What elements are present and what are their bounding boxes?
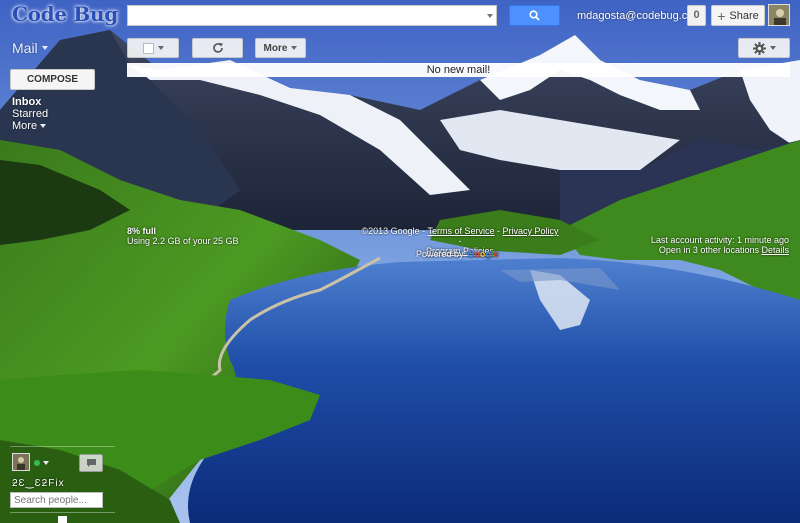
notification-count-button[interactable]: 0	[687, 5, 706, 26]
search-icon	[529, 10, 540, 21]
powered-by: Powered by Google	[416, 249, 499, 259]
last-activity-text: Last account activity: 1 minute ago	[650, 235, 789, 245]
sidebar-item-more[interactable]: More	[12, 120, 48, 132]
chevron-down-icon	[769, 46, 776, 50]
checkbox-icon	[142, 42, 154, 54]
storage-info: 8% full Using 2.2 GB of your 25 GB	[127, 226, 239, 246]
empty-inbox-message: No new mail!	[127, 63, 790, 77]
settings-button[interactable]	[738, 38, 790, 58]
compose-button[interactable]: COMPOSE	[10, 69, 95, 90]
more-label: More	[263, 42, 288, 54]
privacy-link[interactable]: Privacy Policy	[503, 226, 559, 236]
chat-bubble-icon	[86, 459, 96, 467]
more-actions-button[interactable]: More	[255, 38, 306, 58]
chat-avatar[interactable]	[12, 453, 30, 471]
other-locations-text: Open in 3 other locations	[658, 245, 759, 255]
google-logo: Google	[467, 249, 499, 259]
share-label: Share	[729, 9, 759, 22]
terms-link[interactable]: Terms of Service	[427, 226, 494, 236]
chevron-down-icon	[43, 461, 49, 465]
background-landscape	[0, 0, 800, 523]
powered-by-label: Powered by	[416, 249, 464, 259]
search-people-input[interactable]	[10, 492, 103, 508]
refresh-button[interactable]	[192, 38, 243, 58]
search-button[interactable]	[509, 5, 560, 26]
avatar-image	[13, 454, 29, 470]
account-avatar[interactable]	[768, 4, 790, 26]
chat-display-name: ƻƐ‿ƐƻFix	[12, 478, 65, 489]
sidebar-more-label: More	[12, 120, 38, 132]
plus-icon: +	[717, 7, 726, 24]
mail-menu-button[interactable]: Mail	[12, 40, 48, 56]
chevron-down-icon	[41, 46, 48, 50]
people-icon[interactable]	[58, 516, 67, 523]
chevron-down-icon	[486, 13, 493, 18]
copyright-text: ©2013 Google -	[361, 226, 426, 236]
mail-label: Mail	[12, 40, 38, 56]
chat-divider	[10, 446, 115, 447]
status-menu-button[interactable]	[43, 461, 49, 465]
app-logo[interactable]: Code Bug	[12, 2, 118, 26]
chat-bubble-button[interactable]	[79, 454, 103, 472]
account-email-link[interactable]: mdagosta@codebug.com	[577, 10, 703, 22]
chevron-down-icon	[40, 124, 47, 128]
chat-divider	[10, 512, 115, 513]
select-all-button[interactable]	[127, 38, 179, 58]
account-activity: Last account activity: 1 minute ago Open…	[651, 235, 789, 255]
gear-icon	[752, 41, 766, 55]
sidebar-item-starred[interactable]: Starred	[12, 108, 48, 120]
sidebar-item-inbox[interactable]: Inbox	[12, 96, 48, 108]
avatar-image	[769, 5, 789, 25]
online-status-icon	[34, 460, 40, 466]
storage-usage: Using 2.2 GB of your 25 GB	[127, 236, 239, 246]
search-options-dropdown[interactable]	[482, 5, 497, 26]
mail-search-input[interactable]	[127, 5, 497, 26]
chevron-down-icon	[157, 46, 164, 50]
chevron-down-icon	[291, 46, 298, 50]
share-button[interactable]: + Share	[711, 5, 765, 26]
storage-percent: 8% full	[127, 226, 157, 236]
details-link[interactable]: Details	[761, 245, 789, 255]
sidebar-nav: Inbox Starred More	[12, 96, 48, 132]
refresh-icon	[212, 43, 223, 53]
